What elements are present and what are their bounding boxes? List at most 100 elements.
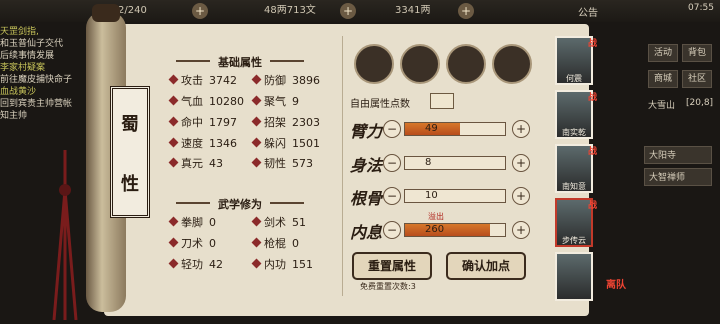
free-reset-count: 免费重置次数:3 (360, 282, 416, 291)
tassel-ornament (52, 150, 78, 320)
quest-desc: 和玉普仙子交代 (0, 39, 64, 49)
quest-desc: 后续事情发展 (0, 51, 55, 61)
decrease-button[interactable]: − (383, 187, 401, 205)
stat-value: 151 (292, 258, 313, 271)
stat-value: 0 (209, 237, 216, 250)
stat-label: 防御 (264, 74, 286, 87)
add-stamina-button[interactable]: + (192, 3, 208, 19)
stat-label: 招架 (264, 116, 286, 129)
basic-attributes-header: 基础属性 (176, 56, 304, 69)
announcement-link[interactable]: 公告 (578, 4, 598, 19)
stat-row: 剑术 51 (251, 216, 306, 230)
bag-button[interactable]: 背包 (682, 44, 712, 62)
battle-tag: 战 (588, 147, 598, 157)
stat-label: 刀术 (181, 237, 203, 250)
party-member-name: 何震 (566, 74, 582, 83)
add-ingot-button[interactable]: + (458, 3, 474, 19)
region-coord: [20,8] (686, 98, 714, 108)
activity-button[interactable]: 活动 (648, 44, 678, 62)
stat-label: 气血 (181, 95, 203, 108)
add-money-button[interactable]: + (340, 3, 356, 19)
stat-row: 速度 1346 (168, 137, 237, 151)
battle-tag: 战 (588, 201, 598, 211)
stat-value: 0 (209, 216, 216, 229)
attr-label: 内息 (350, 223, 383, 242)
region-name: 大雪山 (648, 101, 676, 111)
decrease-button[interactable]: − (383, 154, 401, 172)
stat-label: 躲闪 (264, 137, 286, 150)
ingot-value: 3341两 (395, 5, 431, 16)
stat-label: 韧性 (264, 157, 286, 170)
attr-bar: 49 (404, 122, 506, 136)
stat-row: 拳脚 0 (168, 216, 216, 230)
stat-label: 攻击 (181, 74, 203, 87)
quest-tracker[interactable]: 天罡剑指, 和玉普仙子交代 后续事情发展 李家村疑案 前往魔皮捕快命子 血战黄沙… (0, 26, 100, 186)
decrease-button[interactable]: − (383, 221, 401, 239)
party-member-name: 南实乾 (562, 128, 586, 137)
attr-label: 臂力 (350, 122, 383, 141)
stat-label: 剑术 (264, 216, 286, 229)
martial-cultivation-header: 武学修为 (176, 198, 304, 211)
battle-tag: 战 (588, 93, 598, 103)
stat-row: 轻功 42 (168, 258, 223, 272)
party-member-name: 步传云 (562, 236, 586, 245)
stamina-value: 2/240 (118, 5, 147, 16)
stat-row: 刀术 0 (168, 237, 216, 251)
free-points-label: 自由属性点数 (350, 99, 410, 110)
stat-value: 2303 (292, 116, 320, 129)
increase-button[interactable]: + (512, 154, 530, 172)
stat-row: 气血 10280 (168, 95, 244, 109)
attr-label: 根骨 (350, 189, 383, 208)
stat-value: 1797 (209, 116, 237, 129)
character-name-plaque: 蜀 性 (110, 86, 150, 218)
scroll-skill-icon[interactable] (400, 44, 440, 84)
leave-party-tag[interactable]: 离队 (606, 276, 630, 291)
yin-yang-skill-icon[interactable] (446, 44, 486, 84)
battle-tag: 战 (588, 39, 598, 49)
fist-skill-icon[interactable] (492, 44, 532, 84)
quest-desc: 回到宾贵主帅营帐 (0, 99, 73, 109)
decrease-button[interactable]: − (383, 120, 401, 138)
hat-skill-icon[interactable] (354, 44, 394, 84)
stat-row: 命中 1797 (168, 116, 237, 130)
stat-label: 轻功 (181, 258, 203, 271)
stat-value: 10280 (209, 95, 244, 108)
stat-value: 573 (292, 157, 313, 170)
location-entry[interactable]: 大智禅师 (644, 168, 712, 186)
stat-row: 攻击 3742 (168, 74, 237, 88)
quest-desc: 前往魔皮捕快命子 (0, 75, 73, 85)
stat-value: 43 (209, 157, 223, 170)
community-button[interactable]: 社区 (682, 70, 712, 88)
party-member-name: 南知意 (562, 182, 586, 191)
location-entry[interactable]: 大阳寺 (644, 146, 712, 164)
confirm-points-button[interactable]: 确认加点 (446, 252, 526, 280)
reset-attributes-button[interactable]: 重置属性 (352, 252, 432, 280)
stat-label: 聚气 (264, 95, 286, 108)
stat-row: 聚气 9 (251, 95, 299, 109)
quest-title: 李家村疑案 (0, 63, 46, 73)
stat-label: 速度 (181, 137, 203, 150)
stat-row: 枪棍 0 (251, 237, 299, 251)
stat-value: 1346 (209, 137, 237, 150)
name-char: 蜀 (121, 114, 139, 135)
attr-bar-fill (405, 224, 490, 236)
stat-row: 躲闪 1501 (251, 137, 320, 151)
stat-value: 3896 (292, 74, 320, 87)
increase-button[interactable]: + (512, 120, 530, 138)
attr-value: 49 (425, 123, 438, 134)
attr-value: 10 (425, 190, 438, 201)
stat-row: 真元 43 (168, 157, 223, 171)
stat-row: 韧性 573 (251, 157, 313, 171)
shop-button[interactable]: 商城 (648, 70, 678, 88)
stat-row: 招架 2303 (251, 116, 320, 130)
clock: 07:55 (688, 3, 714, 13)
party-member-portrait[interactable] (555, 252, 593, 301)
stat-value: 0 (292, 237, 299, 250)
attr-label: 身法 (350, 156, 383, 175)
stat-label: 命中 (181, 116, 203, 129)
stat-label: 内功 (264, 258, 286, 271)
increase-button[interactable]: + (512, 221, 530, 239)
stat-label: 拳脚 (181, 216, 203, 229)
stat-value: 9 (292, 95, 299, 108)
increase-button[interactable]: + (512, 187, 530, 205)
